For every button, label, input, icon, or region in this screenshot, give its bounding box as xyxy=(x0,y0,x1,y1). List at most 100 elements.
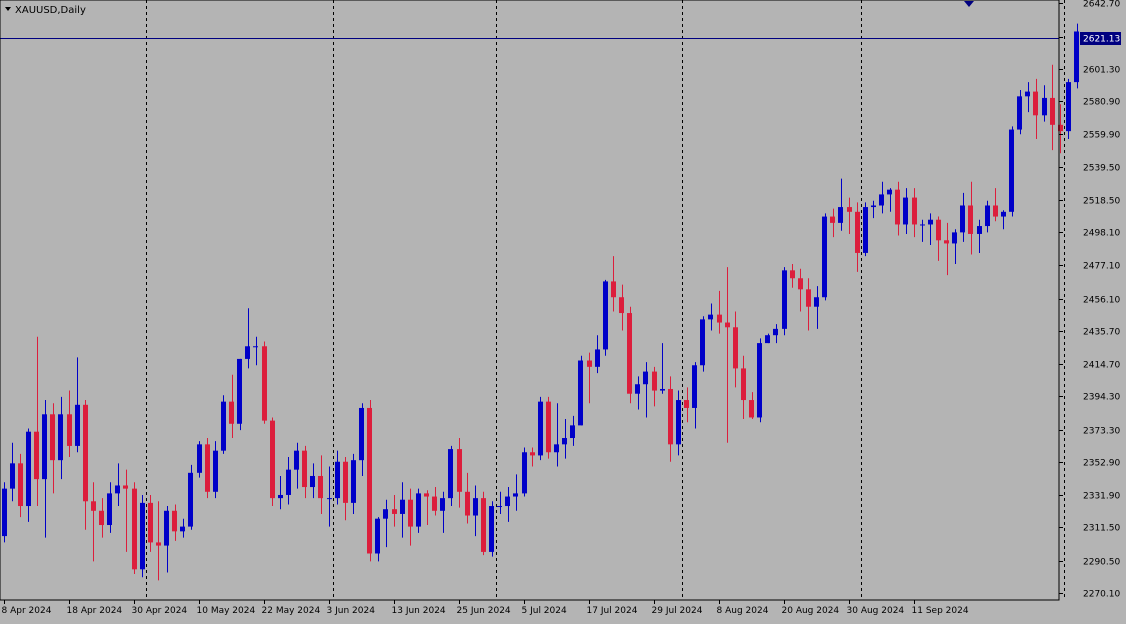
candle-body xyxy=(440,498,445,511)
candle-body xyxy=(757,343,762,418)
candle-71 xyxy=(578,355,583,426)
y-tick-label: 2414.70 xyxy=(1083,361,1120,371)
x-tick-label: 18 Apr 2024 xyxy=(67,606,123,616)
candle-body xyxy=(67,414,72,446)
candle-body xyxy=(497,506,502,508)
candle-body xyxy=(351,460,356,503)
candle-body xyxy=(684,400,689,408)
candle-body xyxy=(115,485,120,494)
candle-body xyxy=(985,205,990,227)
y-tick-label: 2477.10 xyxy=(1083,262,1120,272)
y-tick-label: 2498.10 xyxy=(1083,229,1120,239)
candle-66 xyxy=(538,396,543,461)
x-tick-label: 30 Apr 2024 xyxy=(132,606,188,616)
candle-body xyxy=(489,506,494,552)
candle-body xyxy=(968,205,973,234)
candle-body xyxy=(887,189,892,195)
candle-124 xyxy=(1009,126,1014,217)
candle-body xyxy=(164,510,169,546)
x-tick-label: 8 Apr 2024 xyxy=(2,606,52,616)
candle-body xyxy=(400,499,405,514)
candle-body xyxy=(18,463,23,507)
candle-24 xyxy=(197,441,202,478)
candle-body xyxy=(960,205,965,233)
candle-body xyxy=(294,450,299,470)
candle-body xyxy=(335,461,340,499)
candle-101 xyxy=(822,213,827,301)
candle-60 xyxy=(489,501,494,557)
candle-body xyxy=(676,400,681,445)
candle-body xyxy=(895,189,900,225)
candle-body xyxy=(140,502,145,570)
candle-body xyxy=(822,216,827,298)
candle-25 xyxy=(205,438,210,499)
candle-body xyxy=(229,401,234,424)
candle-body xyxy=(1001,211,1006,217)
candle-body xyxy=(554,444,559,453)
y-tick-label: 2394.30 xyxy=(1083,393,1120,403)
candle-body xyxy=(58,414,63,461)
candle-body xyxy=(107,493,112,526)
candle-body xyxy=(708,314,713,320)
candle-body xyxy=(318,475,323,499)
candle-body xyxy=(205,444,210,492)
candle-body xyxy=(717,314,722,323)
candle-body xyxy=(432,496,437,511)
candle-86 xyxy=(700,316,705,372)
y-tick-label: 2642.70 xyxy=(1083,0,1120,10)
candle-body xyxy=(798,278,803,290)
candle-body xyxy=(700,319,705,366)
candle-body xyxy=(188,472,193,527)
y-tick-label: 2373.30 xyxy=(1083,427,1120,437)
candle-16 xyxy=(132,482,137,575)
candle-125 xyxy=(1017,90,1022,135)
candle-body xyxy=(513,493,518,497)
candle-body xyxy=(416,493,421,527)
candle-body xyxy=(457,449,462,492)
candle-body xyxy=(611,281,616,298)
candle-body xyxy=(34,431,39,480)
candle-body xyxy=(871,205,876,208)
y-tick-label: 2539.50 xyxy=(1083,164,1120,174)
y-tick-label: 2270.10 xyxy=(1083,590,1120,600)
candle-27 xyxy=(221,395,226,454)
candle-body xyxy=(920,224,925,226)
candle-body xyxy=(749,400,754,418)
y-tick-label: 2601.30 xyxy=(1083,66,1120,76)
candle-body xyxy=(733,327,738,369)
candle-body xyxy=(278,494,283,499)
candle-body xyxy=(562,438,567,445)
current-price-tag: 2621.13 xyxy=(1080,32,1121,45)
candle-body xyxy=(375,518,380,554)
candle-51 xyxy=(416,488,421,533)
candle-body xyxy=(587,360,592,367)
candle-106 xyxy=(863,202,868,257)
candle-body xyxy=(993,205,998,217)
candle-body xyxy=(221,401,226,451)
y-tick-label: 2518.50 xyxy=(1083,197,1120,207)
candle-body xyxy=(408,499,413,527)
candle-33 xyxy=(270,417,275,507)
candle-body xyxy=(765,335,770,344)
candle-body xyxy=(253,346,258,348)
x-tick-label: 3 Jun 2024 xyxy=(327,606,376,616)
candle-body xyxy=(668,388,673,445)
candle-body xyxy=(741,368,746,401)
candle-body xyxy=(1033,91,1038,116)
candle-body xyxy=(782,270,787,329)
symbol-title[interactable]: XAUUSD,Daily xyxy=(5,5,86,16)
candle-body xyxy=(343,461,348,503)
candle-body xyxy=(270,420,275,499)
y-tick-label: 2352.90 xyxy=(1083,459,1120,469)
candle-body xyxy=(879,194,884,206)
candlestick-chart[interactable]: 2642.702621.502601.302580.902559.902539.… xyxy=(0,0,1126,624)
candle-body xyxy=(977,226,982,234)
candle-body xyxy=(310,475,315,488)
x-tick-label: 13 Jun 2024 xyxy=(392,606,446,616)
candle-93 xyxy=(757,338,762,423)
candle-body xyxy=(367,407,372,554)
candle-body xyxy=(448,449,453,499)
candle-body xyxy=(42,414,47,480)
candle-77 xyxy=(627,306,632,404)
x-tick-label: 17 Jul 2024 xyxy=(587,606,638,616)
